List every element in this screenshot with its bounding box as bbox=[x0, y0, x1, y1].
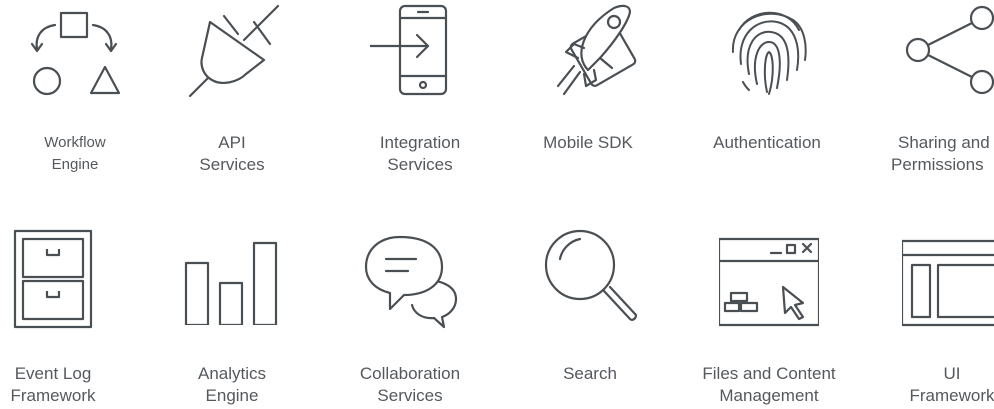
collaboration-label-line1: Collaboration bbox=[359, 364, 461, 383]
share-icon bbox=[900, 0, 994, 100]
feature-grid: Workflow Engine API Services Integration… bbox=[0, 0, 994, 409]
chat-bubbles-icon bbox=[360, 229, 460, 329]
collaboration-label-line2: Services bbox=[377, 386, 443, 405]
analytics-label-line2: Engine bbox=[205, 386, 259, 405]
event-log-label-line1: Event Log bbox=[14, 364, 92, 383]
integration-label-line1: Integration bbox=[379, 133, 461, 152]
ui-label-line2: Framework bbox=[909, 386, 994, 405]
files-label-line1: Files and Content bbox=[702, 364, 836, 383]
layout-icon bbox=[902, 237, 994, 337]
window-cursor-icon bbox=[719, 237, 819, 337]
api-label-line2: Services bbox=[199, 155, 265, 174]
ui-label-line1: UI bbox=[943, 364, 961, 383]
phone-arrow-icon bbox=[370, 0, 470, 100]
analytics-label-line1: Analytics bbox=[197, 364, 267, 383]
plug-icon bbox=[182, 0, 282, 100]
files-label-line2: Management bbox=[719, 386, 819, 405]
api-label-line1: API bbox=[218, 133, 246, 152]
search-label-line1: Search bbox=[563, 364, 617, 383]
mobile-sdk-label-line1: Mobile SDK bbox=[543, 133, 633, 152]
rocket-phone-icon bbox=[538, 0, 638, 100]
file-cabinet-icon bbox=[3, 229, 103, 329]
sharing-label-line2: Permissions bbox=[891, 155, 984, 174]
workflow-icon bbox=[25, 5, 125, 105]
magnifier-icon bbox=[540, 225, 640, 325]
integration-label-line2: Services bbox=[387, 155, 453, 174]
sharing-label-line1: Sharing and bbox=[898, 133, 990, 152]
fingerprint-icon bbox=[717, 0, 817, 100]
authentication-label-line1: Authentication bbox=[713, 133, 821, 152]
workflow-label-line2: Engine bbox=[51, 156, 99, 173]
bar-chart-icon bbox=[182, 225, 282, 325]
workflow-label-line1: Workflow bbox=[44, 134, 106, 151]
event-log-label-line2: Framework bbox=[10, 386, 96, 405]
